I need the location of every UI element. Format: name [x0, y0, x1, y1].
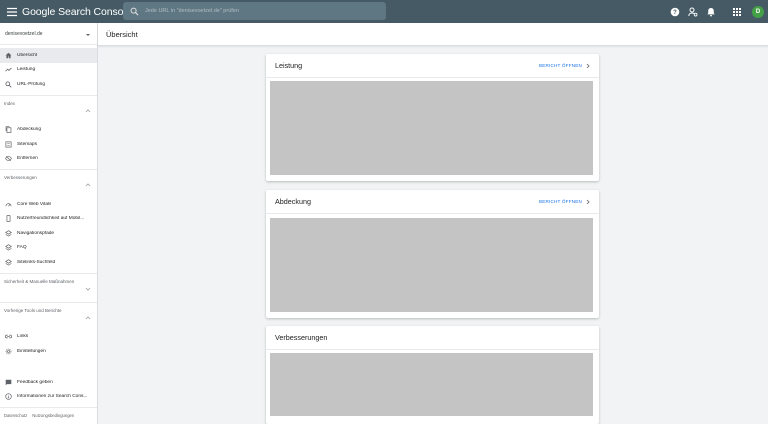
layers-icon — [4, 259, 12, 266]
search-icon — [130, 7, 139, 15]
sidebar-item-label: Nutzerfreundlichkeit auf Mobil... — [17, 216, 85, 222]
sidebar-item-overview[interactable]: Übersicht — [0, 48, 97, 63]
chevron-right-icon — [586, 199, 590, 204]
open-report-label: BERICHT ÖFFNEN — [538, 63, 582, 68]
enhancements-placeholder — [270, 353, 593, 416]
sidebar-item-label: Übersicht — [17, 52, 38, 58]
sidebar-item-settings[interactable]: Einstellungen — [0, 344, 97, 359]
notifications-button[interactable] — [702, 3, 720, 21]
dropdown-arrow-icon — [86, 33, 90, 36]
info-icon — [4, 393, 12, 400]
sidebar-item-label: FAQ — [17, 245, 27, 251]
chevron-down-icon — [85, 287, 91, 291]
menu-button[interactable] — [3, 3, 21, 21]
gauge-icon — [5, 203, 11, 207]
sidebar-item-coverage[interactable]: Abdeckung — [0, 123, 97, 138]
card-enhancements: Verbesserungen — [266, 326, 599, 424]
search-icon — [4, 81, 12, 88]
bell-icon — [707, 7, 715, 16]
chevron-up-icon — [85, 315, 91, 319]
card-title: Abdeckung — [275, 197, 311, 206]
sidebar-item-mobile-usability[interactable]: Nutzerfreundlichkeit auf Mobil... — [0, 212, 97, 227]
sidebar-item-label: Leistung — [17, 67, 36, 73]
chevron-right-icon — [586, 63, 590, 68]
sidebar-item-faq[interactable]: FAQ — [0, 241, 97, 256]
chevron-up-icon — [85, 108, 91, 112]
section-index[interactable]: Index — [0, 94, 97, 123]
top-app-bar: Google Search Console ? D — [0, 0, 768, 23]
section-label: Vorherige Tools und Berichte — [4, 307, 62, 313]
sidebar-item-label: Feedback geben — [17, 379, 53, 385]
sidebar-item-about[interactable]: Informationen zur Search Cons... — [0, 390, 97, 405]
section-label: Sicherheit & Manuelle Maßnahmen — [4, 278, 75, 284]
card-title: Verbesserungen — [275, 333, 328, 342]
footer-links: Datenschutz Nutzungsbedingungen — [0, 407, 97, 424]
sidebar-item-feedback[interactable]: Feedback geben — [0, 375, 97, 390]
privacy-link[interactable]: Datenschutz — [4, 413, 27, 418]
sidebar-item-breadcrumbs[interactable]: Navigationspfade — [0, 226, 97, 241]
section-label: Index — [4, 100, 16, 106]
sidebar-item-links[interactable]: Links — [0, 330, 97, 345]
file-copy-icon — [5, 126, 11, 134]
sidebar-item-removals[interactable]: Entfernen — [0, 152, 97, 167]
card-title: Leistung — [275, 61, 303, 70]
sidebar-item-performance[interactable]: Leistung — [0, 63, 97, 78]
sitemap-icon — [5, 141, 11, 148]
app-title[interactable]: Google Search Console — [22, 6, 131, 18]
terms-link[interactable]: Nutzungsbedingungen — [32, 413, 74, 418]
sidebar-item-sitemaps[interactable]: Sitemaps — [0, 137, 97, 152]
sidebar-item-core-web-vitals[interactable]: Core Web Vitals — [0, 197, 97, 212]
card-performance: Leistung BERICHT ÖFFNEN — [266, 54, 599, 181]
open-report-label: BERICHT ÖFFNEN — [538, 199, 582, 204]
property-selector[interactable]: denisevoetzel.de — [0, 23, 97, 45]
sidebar-item-label: Core Web Vitals — [17, 201, 52, 207]
svg-text:?: ? — [673, 10, 677, 16]
section-security[interactable]: Sicherheit & Manuelle Maßnahmen — [0, 272, 97, 302]
feedback-icon — [5, 379, 11, 386]
sidebar-item-label: Links — [17, 334, 29, 340]
mobile-icon — [6, 215, 10, 223]
gear-icon — [5, 348, 11, 355]
sidebar-item-label: Navigationspfade — [17, 230, 55, 236]
open-report-button[interactable]: BERICHT ÖFFNEN — [539, 63, 591, 69]
sidebar-item-url-inspection[interactable]: URL-Prüfung — [0, 77, 97, 92]
performance-chart-placeholder — [270, 81, 593, 175]
search-input[interactable] — [145, 8, 365, 14]
trending-up-icon — [4, 67, 12, 72]
sidebar-item-label: Sitemaps — [17, 141, 37, 147]
open-report-button[interactable]: BERICHT ÖFFNEN — [539, 199, 591, 205]
sidebar-item-label: Sitelinks-Suchfeld — [17, 259, 56, 265]
apps-button[interactable] — [728, 3, 746, 21]
chevron-up-icon — [85, 183, 91, 187]
section-enhancements[interactable]: Verbesserungen — [0, 169, 97, 197]
home-icon — [5, 52, 11, 59]
sidebar-item-label: Entfernen — [17, 156, 38, 162]
card-coverage: Abdeckung BERICHT ÖFFNEN — [266, 190, 599, 318]
section-label: Verbesserungen — [4, 175, 37, 180]
sidebar-item-label: URL-Prüfung — [17, 81, 45, 87]
account-avatar[interactable]: D — [752, 5, 764, 18]
sidebar: denisevoetzel.de Übersicht Leistung URL-… — [0, 23, 98, 424]
sidebar-item-label: Einstellungen — [17, 348, 46, 354]
hamburger-icon — [7, 7, 17, 16]
link-icon — [4, 335, 12, 339]
url-inspection-search[interactable] — [123, 2, 386, 20]
page-title: Übersicht — [106, 29, 138, 39]
layers-icon — [4, 230, 12, 237]
eye-off-icon — [4, 156, 12, 162]
coverage-chart-placeholder — [270, 218, 593, 312]
manage-users-button[interactable] — [684, 3, 702, 21]
property-name: denisevoetzel.de — [5, 30, 43, 37]
page-header: Übersicht — [98, 23, 768, 46]
section-legacy-tools[interactable]: Vorherige Tools und Berichte — [0, 301, 97, 330]
sidebar-item-sitelinks-searchbox[interactable]: Sitelinks-Suchfeld — [0, 255, 97, 270]
apps-grid-icon — [733, 7, 741, 16]
help-button[interactable]: ? — [666, 3, 684, 21]
help-icon: ? — [670, 7, 680, 16]
layers-icon — [4, 244, 12, 251]
sidebar-item-label: Informationen zur Search Cons... — [17, 394, 88, 400]
sidebar-item-label: Abdeckung — [17, 127, 42, 133]
person-gear-icon — [688, 7, 698, 16]
